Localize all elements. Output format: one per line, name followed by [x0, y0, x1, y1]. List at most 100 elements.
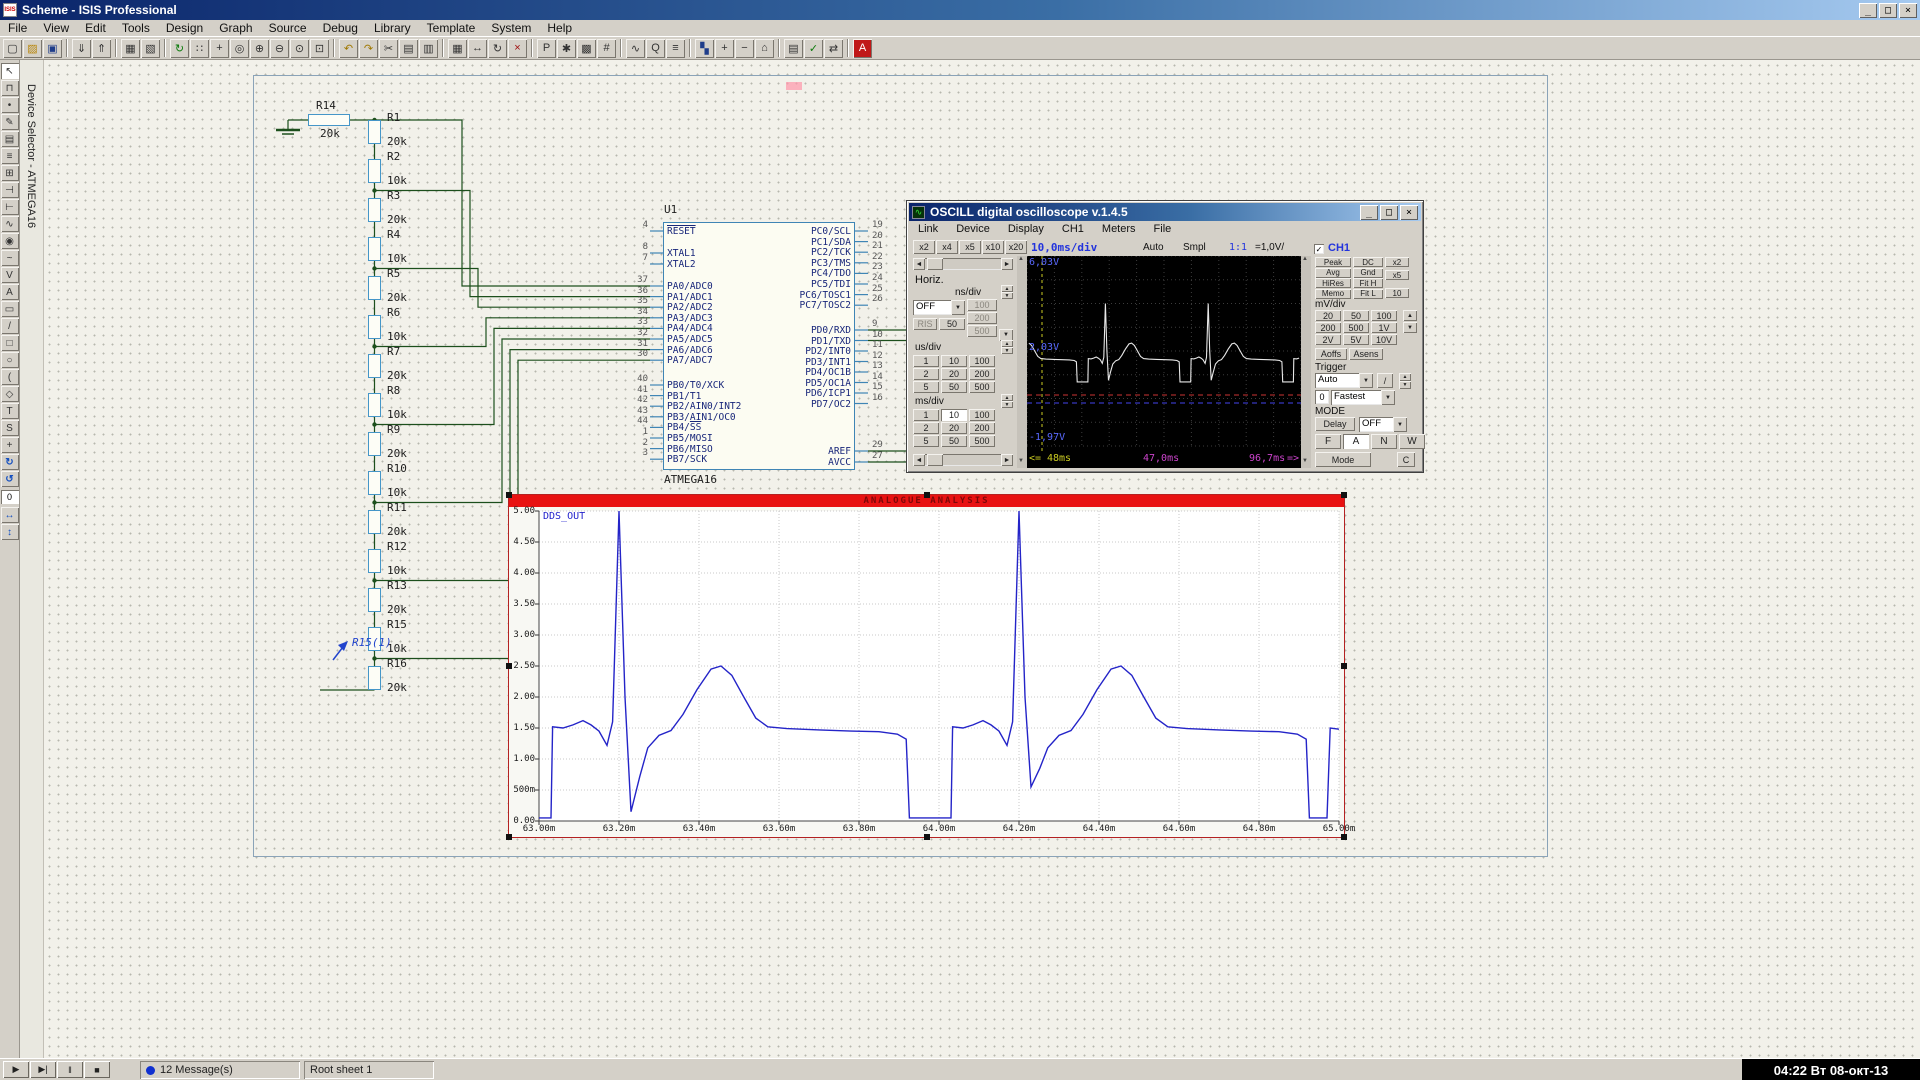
filter-w-button[interactable]: W — [1399, 434, 1425, 449]
scroll-thumb[interactable] — [927, 258, 943, 270]
ns-50-button[interactable]: 50 — [939, 318, 965, 330]
hzoom-x4-button[interactable]: x4 — [936, 240, 958, 254]
resistor-ref[interactable]: R9 — [387, 423, 400, 436]
scroll-thumb[interactable] — [927, 454, 943, 466]
ch1-dc-button[interactable]: DC — [1353, 257, 1383, 267]
resistor-body[interactable] — [368, 159, 381, 183]
resistor-body[interactable] — [368, 276, 381, 300]
ch1-checkbox[interactable]: ✓ — [1314, 244, 1324, 254]
us-10-button[interactable]: 10 — [941, 355, 967, 367]
selection-handle[interactable] — [506, 834, 512, 840]
resistor-body[interactable] — [368, 393, 381, 417]
resistor-ref[interactable]: R5 — [387, 267, 400, 280]
resistor-value[interactable]: 20k — [387, 291, 407, 304]
filter-n-button[interactable]: N — [1371, 434, 1397, 449]
ch1-avg-button[interactable]: Avg — [1315, 268, 1351, 278]
ch1-peak-button[interactable]: Peak — [1315, 257, 1351, 267]
scope-close-button[interactable]: × — [1400, 205, 1418, 220]
ms-1-button[interactable]: 1 — [913, 409, 939, 421]
mv-down-button[interactable]: ▼ — [1403, 322, 1417, 333]
ms-200-button[interactable]: 200 — [969, 422, 995, 434]
mv-500-button[interactable]: 500 — [1343, 322, 1369, 333]
resistor-value[interactable]: 10k — [387, 330, 407, 343]
ms-2-button[interactable]: 2 — [913, 422, 939, 434]
mv-200-button[interactable]: 200 — [1315, 322, 1341, 333]
step-button[interactable]: ▶| — [30, 1061, 56, 1078]
ns-down-button[interactable]: ▼ — [1001, 292, 1013, 299]
ground-wire[interactable] — [288, 120, 308, 130]
resistor-body[interactable] — [368, 198, 381, 222]
trigger-mode-dropdown-arrow[interactable]: ▼ — [1359, 373, 1373, 388]
message-panel[interactable]: 12 Message(s) — [140, 1061, 300, 1079]
trigger-mode-dropdown[interactable]: Auto▼ — [1315, 373, 1373, 388]
ch1-fit-h-button[interactable]: Fit H — [1353, 278, 1383, 288]
mv-2V-button[interactable]: 2V — [1315, 334, 1341, 345]
delay-dropdown[interactable]: OFF▼ — [1359, 417, 1407, 432]
ms-100-button[interactable]: 100 — [969, 409, 995, 421]
stop-button[interactable]: ■ — [84, 1061, 110, 1078]
selection-handle[interactable] — [1341, 663, 1347, 669]
us-5-button[interactable]: 5 — [913, 381, 939, 393]
c-button[interactable]: C — [1397, 452, 1415, 467]
us-500-button[interactable]: 500 — [969, 381, 995, 393]
resistor-value[interactable]: 20k — [387, 369, 407, 382]
selection-handle[interactable] — [506, 492, 512, 498]
sample-speed-dropdown-arrow[interactable]: ▼ — [1381, 390, 1395, 405]
hold-off-dropdown-arrow[interactable]: ▼ — [951, 300, 965, 315]
resistor-ref[interactable]: R15 — [387, 618, 407, 631]
resistor-value[interactable]: 20k — [320, 127, 340, 140]
us-100-button[interactable]: 100 — [969, 355, 995, 367]
scroll-left-button[interactable]: ◄ — [913, 454, 925, 466]
mv-50-button[interactable]: 50 — [1343, 310, 1369, 321]
scope-menu-device[interactable]: Device — [947, 223, 999, 235]
scope-menu-ch1[interactable]: CH1 — [1053, 223, 1093, 235]
resistor-ref[interactable]: R11 — [387, 501, 407, 514]
aoffs-button[interactable]: Aoffs — [1315, 348, 1347, 360]
tap-wire[interactable] — [375, 120, 651, 286]
sample-speed-dropdown[interactable]: Fastest▼ — [1331, 390, 1395, 405]
filter-a-button[interactable]: A — [1343, 434, 1369, 449]
us-200-button[interactable]: 200 — [969, 368, 995, 380]
us-up-button[interactable]: ▲ — [1001, 340, 1013, 347]
resistor-body[interactable] — [368, 354, 381, 378]
resistor-ref[interactable]: R16 — [387, 657, 407, 670]
resistor-value[interactable]: 20k — [387, 525, 407, 538]
tap-wire[interactable] — [375, 328, 651, 424]
resistor-value[interactable]: 10k — [387, 174, 407, 187]
selection-handle[interactable] — [1341, 492, 1347, 498]
scope-hscrollbar[interactable]: ◄► — [913, 258, 1013, 270]
delay-button[interactable]: Delay — [1315, 417, 1355, 431]
scroll-left-button[interactable]: ◄ — [913, 258, 925, 270]
screen-right-scrollbar[interactable]: ▲▼ — [1301, 256, 1311, 468]
scope-menu-file[interactable]: File — [1145, 223, 1181, 235]
mv-5V-button[interactable]: 5V — [1343, 334, 1369, 345]
resistor-ref[interactable]: R14 — [316, 99, 336, 112]
delay-dropdown-arrow[interactable]: ▼ — [1393, 417, 1407, 432]
scope-titlebar[interactable]: ∿OSCILL digital oscilloscope v.1.4.5_□× — [909, 203, 1421, 221]
resistor-ref[interactable]: R1 — [387, 111, 400, 124]
scope-menu-link[interactable]: Link — [909, 223, 947, 235]
resistor-body[interactable] — [368, 510, 381, 534]
tap-wire[interactable] — [375, 269, 651, 308]
us-50-button[interactable]: 50 — [941, 381, 967, 393]
tap-wire[interactable] — [375, 339, 651, 503]
resistor-value[interactable]: 20k — [387, 135, 407, 148]
mv-1V-button[interactable]: 1V — [1371, 322, 1397, 333]
resistor-value[interactable]: 20k — [387, 447, 407, 460]
resistor-ref[interactable]: R3 — [387, 189, 400, 202]
resistor-ref[interactable]: R10 — [387, 462, 407, 475]
resistor-body[interactable] — [368, 471, 381, 495]
scope-hscrollbar[interactable]: ◄► — [913, 454, 1013, 466]
ch1-gain-10-button[interactable]: 10 — [1385, 288, 1409, 298]
resistor-ref[interactable]: R13 — [387, 579, 407, 592]
mv-100-button[interactable]: 100 — [1371, 310, 1397, 321]
ch1-memo-button[interactable]: Memo — [1315, 289, 1351, 299]
ch1-gnd-button[interactable]: Gnd — [1353, 268, 1383, 278]
analysis-graph[interactable]: ANALOGUE ANALYSIS5.004.504.003.503.002.5… — [508, 494, 1345, 838]
filter-f-button[interactable]: F — [1315, 434, 1341, 449]
us-2-button[interactable]: 2 — [913, 368, 939, 380]
scroll-right-button[interactable]: ► — [1001, 258, 1013, 270]
resistor-ref[interactable]: R12 — [387, 540, 407, 553]
tap-wire[interactable] — [375, 191, 651, 297]
resistor-value[interactable]: 10k — [387, 408, 407, 421]
